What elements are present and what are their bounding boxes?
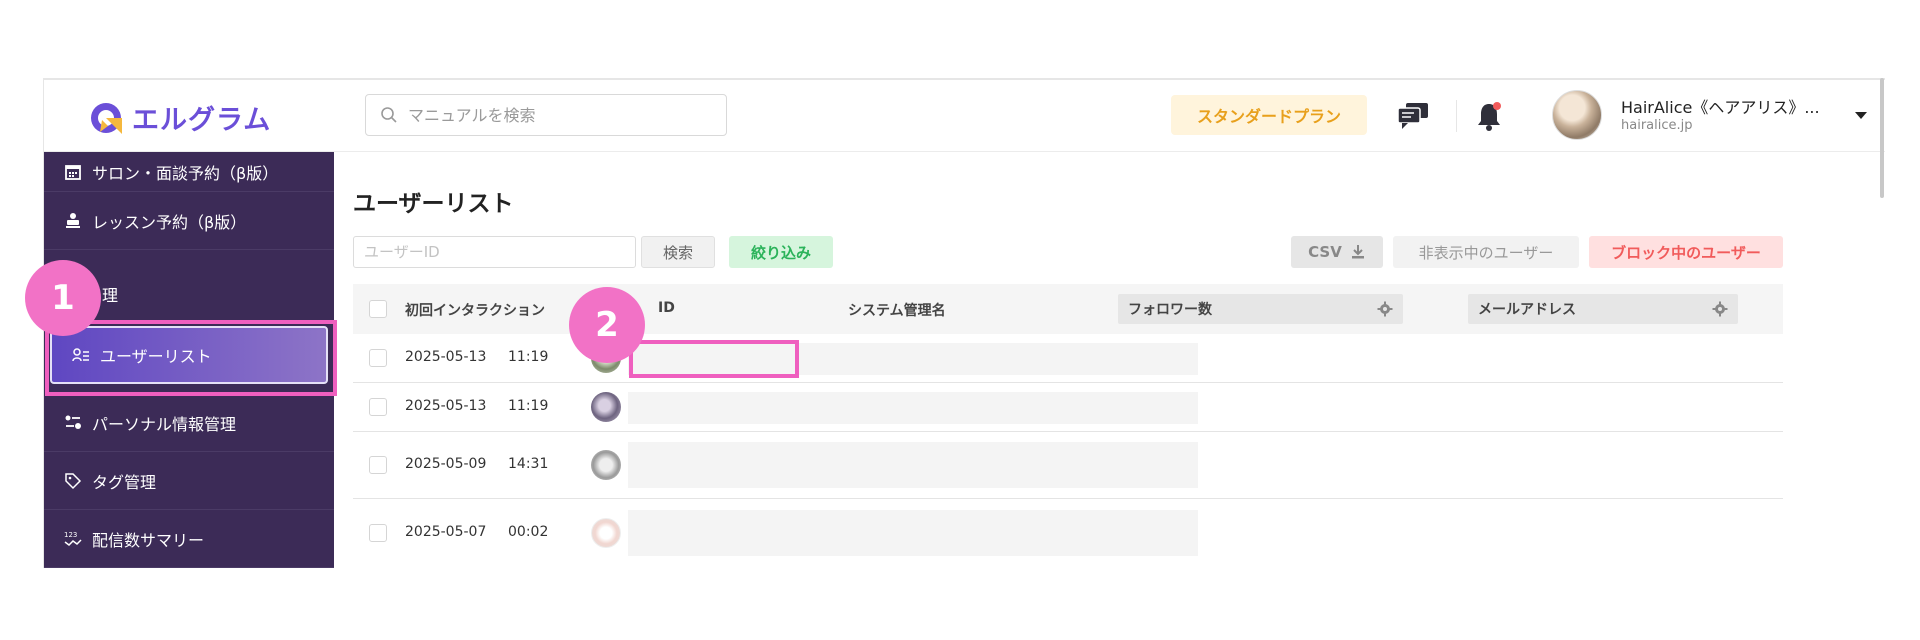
column-followers[interactable]: フォロワー数: [1118, 294, 1403, 324]
header-divider: [1456, 100, 1457, 132]
account-name[interactable]: HairAlice《ヘアアリス》...: [1621, 94, 1820, 118]
sidebar-item-lesson-booking[interactable]: レッスン予約（β版）: [44, 192, 334, 250]
row-date: 2025-05-13: [405, 398, 487, 414]
row-date: 2025-05-09: [405, 456, 487, 472]
search-button[interactable]: 検索: [641, 236, 715, 268]
sidebar-item-delivery-summary[interactable]: 123 配信数サマリー: [44, 510, 334, 568]
step-badge-1: 1: [25, 260, 101, 336]
account-domain: hairalice.jp: [1621, 118, 1693, 133]
avatar: [591, 450, 621, 480]
top-header: エルグラム スタンダードプラン HairAlice《ヘアアリス》... hair…: [44, 80, 1885, 152]
row-masked-data: [628, 392, 1198, 424]
chevron-down-icon[interactable]: [1855, 112, 1867, 119]
row-checkbox[interactable]: [369, 398, 387, 416]
table-row[interactable]: 2025-05-09 14:31: [353, 432, 1783, 499]
manual-search[interactable]: [365, 94, 727, 136]
filter-button[interactable]: 絞り込み: [729, 236, 833, 268]
account-avatar[interactable]: [1552, 90, 1602, 140]
step-badge-2: 2: [569, 287, 645, 363]
user-id-search-input[interactable]: [353, 236, 636, 268]
gear-icon[interactable]: [1712, 301, 1728, 317]
logo[interactable]: エルグラム: [88, 98, 271, 137]
manual-search-input[interactable]: [408, 105, 708, 125]
table-row[interactable]: 2025-05-07 00:02: [353, 499, 1783, 567]
row-time: 11:19: [508, 398, 549, 414]
column-id[interactable]: ID: [658, 300, 675, 316]
callout-highlight-user-list: [45, 320, 337, 396]
gear-icon[interactable]: [1377, 301, 1393, 317]
row-checkbox[interactable]: [369, 456, 387, 474]
hidden-users-button[interactable]: 非表示中のユーザー: [1393, 236, 1579, 268]
svg-text:123: 123: [64, 531, 77, 539]
logo-icon: [91, 102, 122, 134]
sidebar-item-label: パーソナル情報管理: [92, 414, 237, 434]
row-masked-data: [628, 442, 1198, 488]
column-followers-label: フォロワー数: [1128, 302, 1212, 318]
logo-text: エルグラム: [132, 105, 272, 136]
row-checkbox[interactable]: [369, 524, 387, 542]
table-header: 初回インタラクション ID システム管理名 フォロワー数 メールアドレス: [353, 284, 1783, 334]
sidebar-item-personal-info[interactable]: パーソナル情報管理: [44, 394, 334, 452]
column-email[interactable]: メールアドレス: [1468, 294, 1738, 324]
row-checkbox[interactable]: [369, 349, 387, 367]
main-content: ユーザーリスト 検索 絞り込み CSV 非表示中のユーザー ブロック中のユーザー…: [334, 152, 1885, 568]
download-icon: [1351, 245, 1364, 259]
personal-info-icon: [65, 415, 81, 429]
page-title: ユーザーリスト: [353, 191, 514, 217]
row-date: 2025-05-13: [405, 349, 487, 365]
table-row[interactable]: 2025-05-13 11:19: [353, 334, 1783, 383]
sidebar-item-label: レッスン予約（β版）: [92, 212, 247, 232]
sidebar-item-label: タグ管理: [92, 472, 157, 492]
row-time: 14:31: [508, 456, 549, 472]
table-row[interactable]: 2025-05-13 11:19: [353, 383, 1783, 432]
bell-icon[interactable]: [1474, 100, 1504, 132]
plan-badge[interactable]: スタンダードプラン: [1171, 95, 1367, 135]
scrollbar[interactable]: [1880, 78, 1884, 198]
select-all-checkbox[interactable]: [369, 300, 387, 318]
summary-icon: 123: [64, 531, 82, 546]
sidebar-item-salon-booking[interactable]: サロン・面談予約（β版）: [44, 152, 334, 192]
callout-highlight-user-id: [629, 340, 799, 378]
avatar: [591, 518, 621, 548]
column-first-interaction[interactable]: 初回インタラクション: [405, 300, 545, 320]
lesson-icon: [66, 212, 80, 228]
row-time: 00:02: [508, 524, 549, 540]
row-time: 11:19: [508, 349, 549, 365]
column-system-name[interactable]: システム管理名: [848, 300, 946, 320]
column-email-label: メールアドレス: [1478, 302, 1576, 318]
sidebar-item-label: サロン・面談予約（β版）: [92, 163, 279, 183]
csv-label: CSV: [1308, 243, 1342, 261]
search-icon: [381, 107, 397, 123]
tag-icon: [65, 472, 82, 489]
avatar: [591, 392, 621, 422]
blocked-users-button[interactable]: ブロック中のユーザー: [1589, 236, 1783, 268]
csv-download-button[interactable]: CSV: [1291, 236, 1383, 268]
sidebar-item-label: 配信数サマリー: [92, 530, 205, 550]
row-date: 2025-05-07: [405, 524, 487, 540]
sidebar-item-tags[interactable]: タグ管理: [44, 452, 334, 510]
app-window: エルグラム スタンダードプラン HairAlice《ヘアアリス》... hair…: [43, 78, 1885, 568]
calendar-icon: [65, 164, 81, 180]
chat-icon[interactable]: [1397, 102, 1429, 130]
row-masked-data: [628, 510, 1198, 556]
